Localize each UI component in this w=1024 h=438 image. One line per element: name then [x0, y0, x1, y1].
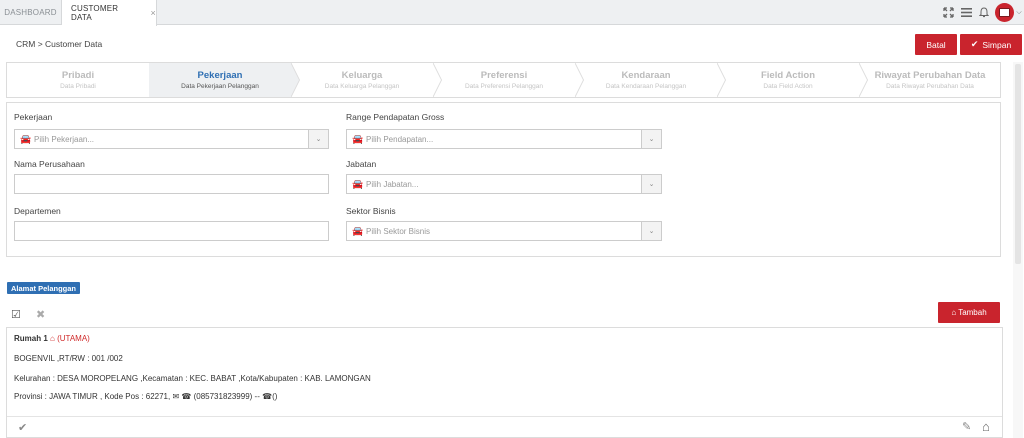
phone-2: ()	[272, 392, 278, 401]
car-icon: 🚘	[20, 133, 32, 144]
address-name: Rumah 1	[14, 334, 48, 343]
car-icon: 🚘	[352, 178, 364, 189]
step-subtitle: Data Keluarga Pelanggan	[324, 83, 400, 90]
avatar-image	[999, 8, 1010, 17]
departemen-label: Departemen	[14, 206, 61, 216]
home-icon: ⌂	[50, 334, 55, 343]
step-title: Kendaraan	[621, 70, 671, 81]
fullscreen-icon[interactable]	[939, 0, 957, 25]
close-icon[interactable]: ×	[151, 8, 156, 18]
car-icon: 🚘	[352, 133, 364, 144]
scrollbar[interactable]	[1013, 62, 1023, 438]
tab-customer-data[interactable]: CUSTOMER DATA ×	[62, 0, 157, 26]
chevron-down-icon[interactable]: ⌄	[641, 130, 661, 148]
address-line-1: BOGENVIL ,RT/RW : 001 /002	[14, 354, 123, 363]
topbar-icons: ⌵	[939, 0, 1024, 25]
nama-perusahaan-label: Nama Perusahaan	[14, 159, 85, 169]
address-card-footer: ✔ ✎ ⌂	[7, 416, 1002, 438]
step-subtitle: Data Riwayat Perubahan Data	[886, 83, 974, 90]
home-icon[interactable]: ⌂	[982, 419, 990, 434]
pendapatan-placeholder: Pilih Pendapatan...	[366, 134, 434, 144]
home-icon: ⌂	[951, 308, 957, 317]
user-avatar[interactable]	[995, 3, 1014, 22]
simpan-button[interactable]: ✔ Simpan	[960, 34, 1022, 55]
phone-separator: --	[252, 392, 263, 401]
step-riwayat-perubahan-data[interactable]: Riwayat Perubahan Data Data Riwayat Perub…	[859, 63, 1000, 97]
alamat-pelanggan-badge: Alamat Pelanggan	[7, 282, 81, 294]
phone-1: (085731823999)	[193, 392, 253, 401]
car-icon: 🚘	[352, 225, 364, 236]
nama-perusahaan-input[interactable]	[14, 174, 329, 194]
batal-button[interactable]: Batal	[915, 34, 957, 55]
step-title: Preferensi	[480, 70, 528, 81]
scrollbar-thumb[interactable]	[1015, 64, 1021, 264]
sektor-label: Sektor Bisnis	[346, 206, 396, 216]
pekerjaan-placeholder: Pilih Pekerjaan...	[34, 134, 95, 144]
step-title: Riwayat Perubahan Data	[874, 70, 986, 81]
sektor-placeholder: Pilih Sektor Bisnis	[366, 226, 431, 236]
step-title: Keluarga	[341, 70, 383, 81]
chevron-down-icon[interactable]: ⌵	[1014, 9, 1024, 17]
tambah-label: Tambah	[958, 308, 987, 317]
pekerjaan-select[interactable]: 🚘 Pilih Pekerjaan... ⌄	[14, 129, 329, 149]
close-icon[interactable]: ✖	[36, 308, 45, 321]
pendapatan-select[interactable]: 🚘 Pilih Pendapatan... ⌄	[346, 129, 662, 149]
phone-icon: ☎	[181, 392, 192, 401]
address-title: Rumah 1 ⌂ (UTAMA)	[14, 334, 90, 343]
pekerjaan-label: Pekerjaan	[14, 112, 53, 122]
jabatan-placeholder: Pilih Jabatan...	[366, 179, 419, 189]
departemen-input[interactable]	[14, 221, 329, 241]
phone-icon: ☎	[262, 392, 273, 401]
address-line-3: Provinsi : JAWA TIMUR , Kode Pos : 62271…	[14, 392, 277, 401]
breadcrumb: CRM > Customer Data	[16, 39, 103, 49]
simpan-label: Simpan	[982, 39, 1012, 50]
tambah-button[interactable]: ⌂ Tambah	[938, 302, 1000, 323]
check-square-icon[interactable]: ☑	[11, 308, 21, 321]
step-subtitle: Data Field Action	[763, 83, 813, 90]
pendapatan-label: Range Pendapatan Gross	[346, 112, 445, 122]
step-field-action[interactable]: Field Action Data Field Action	[717, 63, 859, 97]
step-title: Pribadi	[61, 70, 95, 81]
pencil-icon[interactable]: ✎	[962, 420, 971, 433]
address-card: Rumah 1 ⌂ (UTAMA) BOGENVIL ,RT/RW : 001 …	[6, 327, 1003, 438]
step-title: Field Action	[760, 70, 815, 81]
tab-customer-data-label: CUSTOMER DATA	[71, 4, 119, 22]
step-subtitle: Data Pekerjaan Pelanggan	[181, 83, 259, 90]
step-preferensi[interactable]: Preferensi Data Preferensi Pelanggan	[433, 63, 575, 97]
checkmark-icon: ✔	[970, 39, 979, 49]
address-line-2: Kelurahan : DESA MOROPELANG ,Kecamatan :…	[14, 374, 371, 383]
envelope-icon: ✉	[172, 392, 180, 401]
tab-bar: DASHBOARD CUSTOMER DATA × ⌵	[0, 0, 1024, 26]
jabatan-label: Jabatan	[346, 159, 377, 169]
pekerjaan-form: Pekerjaan 🚘 Pilih Pekerjaan... ⌄ Nama Pe…	[6, 102, 1001, 257]
menu-icon[interactable]	[957, 0, 975, 25]
provinsi-text: Provinsi : JAWA TIMUR , Kode Pos : 62271…	[14, 392, 171, 401]
sektor-select[interactable]: 🚘 Pilih Sektor Bisnis ⌄	[346, 221, 662, 241]
step-title: Pekerjaan	[197, 70, 243, 81]
step-subtitle: Data Pribadi	[60, 83, 96, 90]
checkmark-icon[interactable]: ✔	[18, 421, 27, 434]
chevron-down-icon[interactable]: ⌄	[641, 175, 661, 193]
step-subtitle: Data Preferensi Pelanggan	[464, 83, 544, 90]
step-pribadi[interactable]: Pribadi Data Pribadi	[7, 63, 149, 97]
step-kendaraan[interactable]: Kendaraan Data Kendaraan Pelanggan	[575, 63, 717, 97]
jabatan-select[interactable]: 🚘 Pilih Jabatan... ⌄	[346, 174, 662, 194]
wizard-steps: Pribadi Data Pribadi Pekerjaan Data Pekerja…	[6, 62, 1001, 98]
step-keluarga[interactable]: Keluarga Data Keluarga Pelanggan	[291, 63, 433, 97]
chevron-down-icon[interactable]: ⌄	[308, 130, 328, 148]
bell-icon[interactable]	[975, 0, 993, 25]
tab-dashboard[interactable]: DASHBOARD	[0, 0, 62, 25]
step-pekerjaan[interactable]: Pekerjaan Data Pekerjaan Pelanggan	[149, 63, 291, 97]
chevron-down-icon[interactable]: ⌄	[641, 222, 661, 240]
step-subtitle: Data Kendaraan Pelanggan	[605, 83, 687, 90]
utama-label: (UTAMA)	[57, 334, 90, 343]
